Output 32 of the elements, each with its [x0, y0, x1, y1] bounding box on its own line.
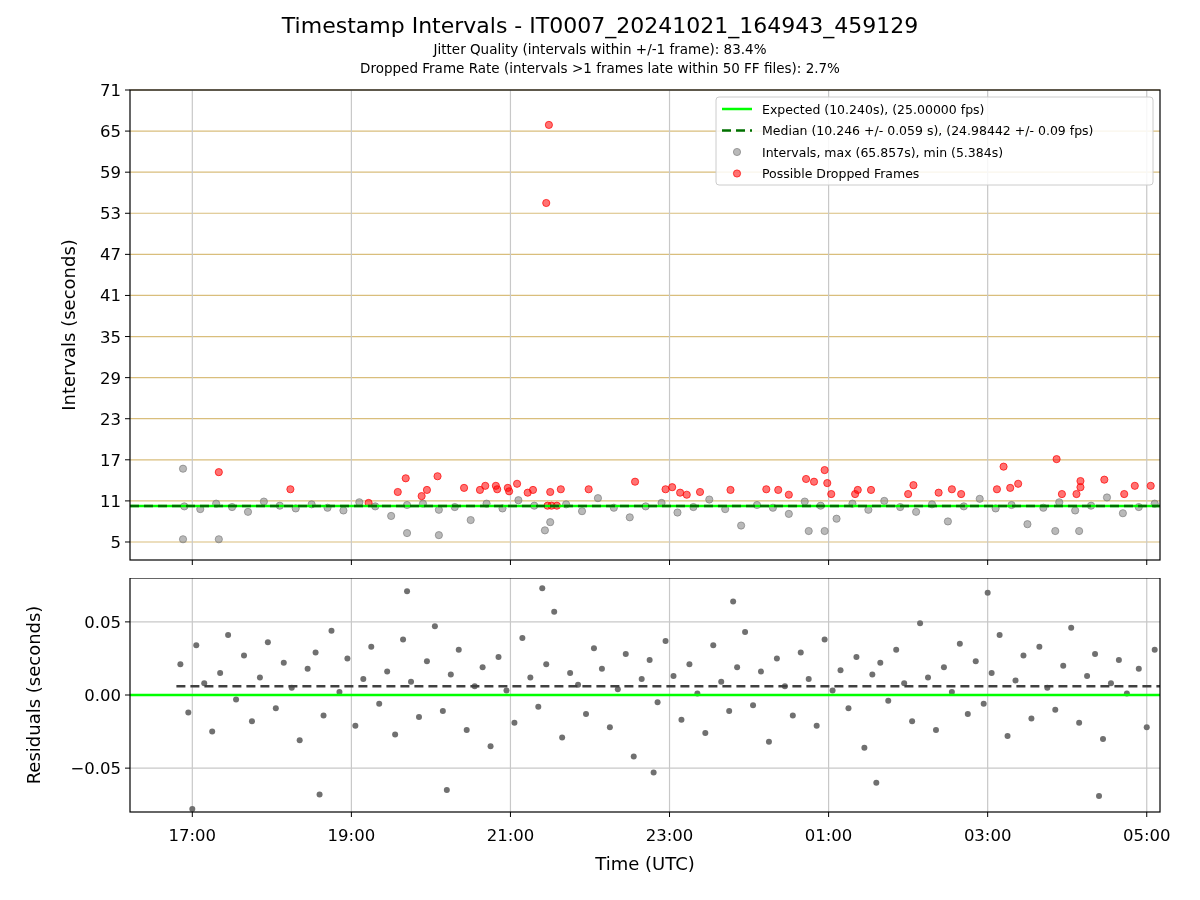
tick-label: 05:00 [1122, 826, 1171, 845]
tick-label: 19:00 [327, 826, 376, 845]
tick-label: −0.05 [70, 759, 121, 779]
tick-label: 65 [100, 122, 121, 142]
tick-label: 11 [100, 491, 121, 511]
legend-label: Possible Dropped Frames [762, 166, 920, 181]
tick-label: 29 [100, 368, 121, 388]
tick-label: 21:00 [486, 826, 535, 845]
tick-label: 23:00 [645, 826, 694, 845]
chart-subtitle: Dropped Frame Rate (intervals >1 frames late within 50 FF files): 2.7% [360, 59, 840, 78]
tick-label: 23 [100, 409, 121, 429]
tick-label: 53 [100, 204, 121, 224]
tick-label: 01:00 [804, 826, 853, 845]
tick-label: 71 [100, 81, 121, 100]
tick-label: 0.00 [84, 686, 121, 705]
tick-label: 0.05 [84, 612, 121, 632]
chart-title: Timestamp Intervals - IT0007_20241021_164943_459129 [281, 12, 919, 40]
axis-label: Residuals (seconds) [23, 605, 44, 785]
tick-label: 47 [100, 245, 121, 265]
chart-subtitle: Jitter Quality (intervals within +/-1 frame): 83.4% [433, 40, 767, 59]
tick-label: 17 [100, 450, 121, 470]
tick-label: 17:00 [168, 826, 217, 845]
legend-label: Intervals, max (65.857s), min (5.384s) [762, 144, 1004, 160]
tick-label: 41 [100, 286, 121, 306]
tick-label: 35 [100, 327, 121, 347]
tick-label: 5 [110, 533, 121, 552]
axis-label: Intervals (seconds) [58, 239, 79, 411]
tick-label: 59 [100, 163, 121, 183]
legend-label: Expected (10.240s), (25.00000 fps) [762, 101, 985, 117]
axis-label: Time (UTC) [595, 853, 695, 874]
legend-label: Median (10.246 +/- 0.059 s), (24.98442 +/- 0.09 fps) [762, 123, 1094, 138]
tick-label: 03:00 [963, 826, 1012, 845]
